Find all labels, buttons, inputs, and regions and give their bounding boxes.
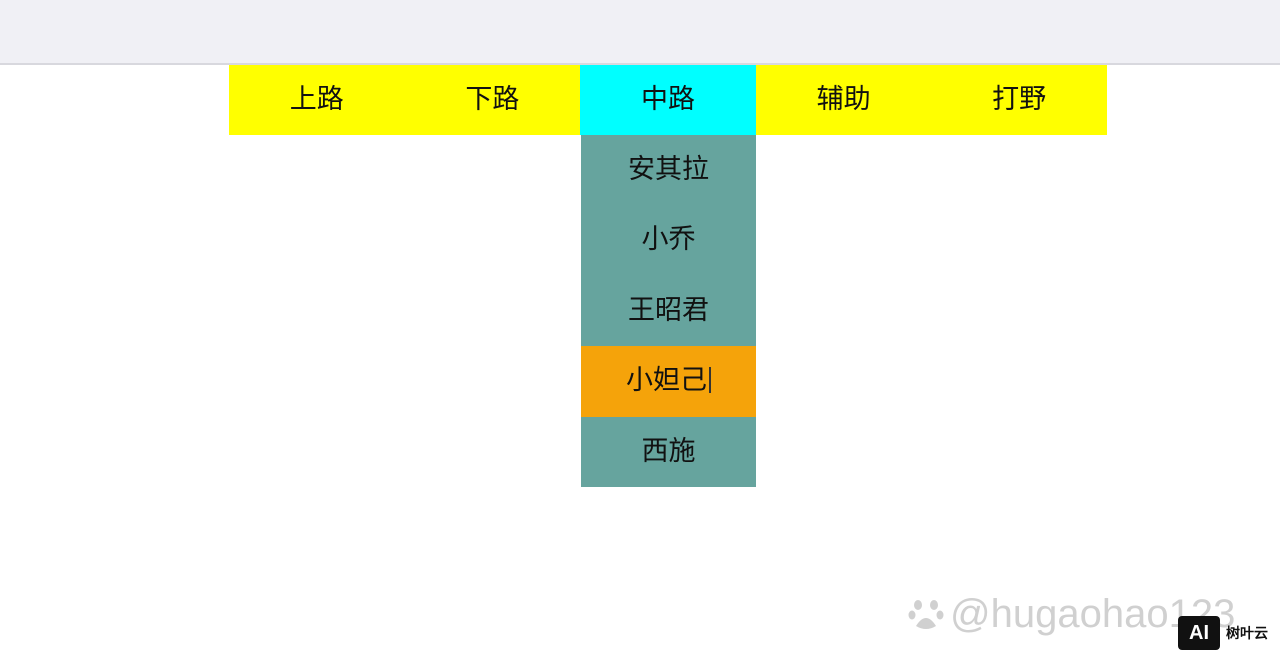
text-cursor-icon [709, 366, 711, 393]
dropdown-item-xiaoqiao[interactable]: 小乔 [581, 205, 756, 275]
browser-top-bar [0, 0, 1280, 65]
brand-badge: AI 树叶云 [1178, 615, 1268, 651]
ai-logo-icon: AI [1178, 616, 1220, 650]
dropdown-item-angela[interactable]: 安其拉 [581, 135, 756, 205]
dropdown-item-wangzhaojun[interactable]: 王昭君 [581, 276, 756, 346]
nav-bar: 上路 下路 中路 辅助 打野 [229, 65, 1107, 135]
dropdown-item-label: 小妲己 [626, 365, 707, 397]
brand-name: 树叶云 [1226, 626, 1268, 642]
nav-item-mid-lane[interactable]: 中路 [580, 65, 756, 135]
mid-lane-dropdown-menu: 安其拉 小乔 王昭君 小妲己 西施 [581, 135, 756, 487]
nav-item-support[interactable]: 辅助 [756, 65, 932, 135]
baidu-paw-icon [908, 596, 944, 632]
nav-item-top-lane[interactable]: 上路 [229, 65, 405, 135]
nav-item-bottom-lane[interactable]: 下路 [405, 65, 581, 135]
dropdown-item-daji[interactable]: 小妲己 [581, 346, 756, 417]
dropdown-item-xishi[interactable]: 西施 [581, 417, 756, 487]
nav-item-jungle[interactable]: 打野 [931, 65, 1107, 135]
